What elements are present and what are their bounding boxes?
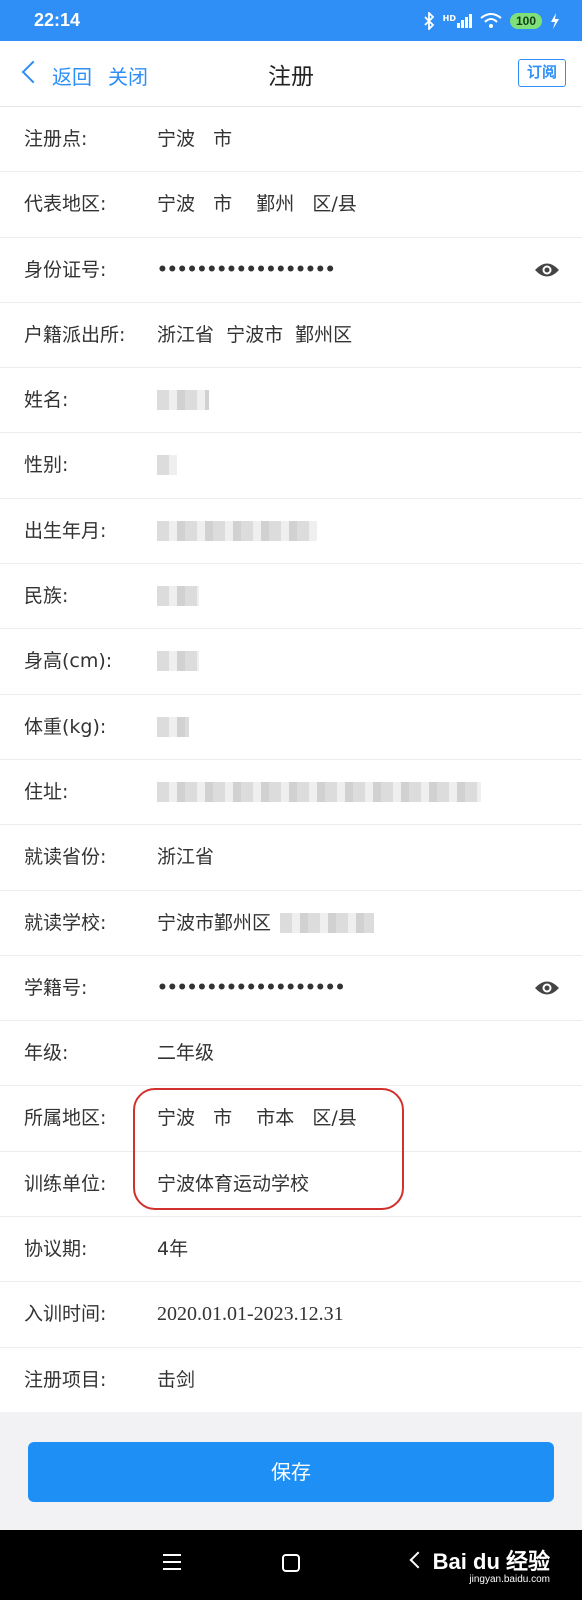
blurred-value xyxy=(280,912,374,933)
field-label: 户籍派出所: xyxy=(24,323,126,346)
page-title: 注册 xyxy=(268,64,314,90)
field-label: 年级: xyxy=(24,1042,69,1065)
field-value[interactable]: 击剑 xyxy=(157,1348,195,1412)
form-row-grade[interactable]: 年级: 二年级 xyxy=(0,1021,582,1087)
form-row-affiliated-region[interactable]: 所属地区: 宁波 市 市本 区/县 xyxy=(0,1086,582,1152)
charging-icon xyxy=(551,12,559,29)
field-value[interactable]: 浙江省 xyxy=(157,825,214,889)
status-time: 22:14 xyxy=(34,10,81,30)
field-value[interactable]: 宁波市鄞州区 xyxy=(157,891,271,955)
field-value[interactable]: 宁波 市 市本 区/县 xyxy=(157,1086,357,1150)
field-value[interactable]: 二年级 xyxy=(157,1021,214,1085)
form-row-represent-region[interactable]: 代表地区: 宁波 市 鄞州 区/县 xyxy=(0,172,582,238)
field-label: 注册点: xyxy=(24,128,88,150)
field-label: 性别: xyxy=(24,454,69,477)
field-value[interactable]: 浙江省 宁波市 鄞州区 xyxy=(157,303,352,367)
id-number-masked: •••••••••••••••••• xyxy=(157,259,336,280)
watermark-brand: Bai du 经验 xyxy=(432,1549,550,1574)
blurred-value xyxy=(157,390,209,411)
field-value[interactable]: 宁波体育运动学校 xyxy=(157,1152,309,1216)
blurred-value xyxy=(157,651,199,672)
field-label: 就读学校: xyxy=(24,911,107,934)
field-label: 就读省份: xyxy=(24,846,107,869)
eye-icon[interactable] xyxy=(534,978,560,998)
field-value[interactable]: 2020.01.01-2023.12.31 xyxy=(157,1282,344,1346)
field-label: 协议期: xyxy=(24,1238,88,1261)
form-row-name[interactable]: 姓名: xyxy=(0,368,582,434)
form-row-gender[interactable]: 性别: xyxy=(0,433,582,499)
blurred-value xyxy=(157,520,317,541)
form-row-school[interactable]: 就读学校: 宁波市鄞州区 xyxy=(0,891,582,956)
nav-bar: 返回 关闭 注册 订阅 xyxy=(0,41,582,107)
form-row-agreement-period[interactable]: 协议期: 4年 xyxy=(0,1217,582,1283)
form-row-training-unit[interactable]: 训练单位: 宁波体育运动学校 xyxy=(0,1152,582,1218)
form-row-registered-sport[interactable]: 注册项目: 击剑 xyxy=(0,1348,582,1413)
blurred-value xyxy=(157,586,199,607)
battery-indicator: 100 xyxy=(509,12,542,29)
field-label: 姓名: xyxy=(24,389,69,412)
field-label: 注册项目: xyxy=(24,1368,107,1391)
field-label: 体重(kg): xyxy=(24,715,107,738)
field-value[interactable]: 宁波 市 鄞州 区/县 xyxy=(157,172,357,236)
wifi-icon xyxy=(480,12,502,28)
blurred-value xyxy=(157,716,189,737)
field-label: 身份证号: xyxy=(24,258,107,281)
back-icon[interactable] xyxy=(409,1551,427,1569)
field-label: 出生年月: xyxy=(24,519,107,542)
form-row-ethnicity[interactable]: 民族: xyxy=(0,564,582,630)
system-nav-bar: Bai du 经验 jingyan.baidu.com xyxy=(0,1530,582,1600)
eye-icon[interactable] xyxy=(534,260,560,280)
field-label: 民族: xyxy=(24,585,69,608)
field-label: 入训时间: xyxy=(24,1303,107,1326)
bluetooth-icon xyxy=(423,11,434,30)
registration-form: 注册点: 宁波 市 代表地区: 宁波 市 鄞州 区/县 身份证号: ••••••… xyxy=(0,107,582,1413)
form-row-household-police[interactable]: 户籍派出所: 浙江省 宁波市 鄞州区 xyxy=(0,303,582,369)
form-row-height[interactable]: 身高(cm): xyxy=(0,629,582,695)
save-button[interactable]: 保存 xyxy=(28,1442,554,1502)
status-icons: HD 100 xyxy=(423,11,560,30)
footer: 保存 xyxy=(0,1412,582,1530)
baidu-jingyan-watermark: Bai du 经验 jingyan.baidu.com xyxy=(433,1544,550,1585)
form-row-training-time[interactable]: 入训时间: 2020.01.01-2023.12.31 xyxy=(0,1282,582,1348)
field-label: 所属地区: xyxy=(24,1107,107,1130)
blurred-value xyxy=(157,455,177,476)
form-row-student-id[interactable]: 学籍号: ••••••••••••••••••• xyxy=(0,956,582,1022)
student-id-masked: ••••••••••••••••••• xyxy=(157,977,345,998)
hd-signal-icon: HD xyxy=(443,13,472,28)
field-label: 训练单位: xyxy=(24,1172,107,1195)
form-row-registration-point[interactable]: 注册点: 宁波 市 xyxy=(0,107,582,173)
field-value[interactable]: 宁波 市 xyxy=(157,107,232,171)
field-label: 代表地区: xyxy=(24,193,107,216)
form-row-birth-date[interactable]: 出生年月: xyxy=(0,499,582,565)
field-value[interactable]: 4年 xyxy=(157,1217,188,1281)
home-icon[interactable] xyxy=(282,1554,300,1572)
watermark-site: jingyan.baidu.com xyxy=(469,1574,550,1585)
field-label: 学籍号: xyxy=(24,976,88,999)
status-bar: 22:14 HD 100 xyxy=(0,0,582,41)
form-row-school-province[interactable]: 就读省份: 浙江省 xyxy=(0,825,582,891)
field-label: 住址: xyxy=(24,780,69,803)
form-row-address[interactable]: 住址: xyxy=(0,760,582,826)
subscribe-button[interactable]: 订阅 xyxy=(517,59,566,87)
form-row-weight[interactable]: 体重(kg): xyxy=(0,695,582,760)
menu-icon[interactable] xyxy=(163,1554,181,1570)
field-label: 身高(cm): xyxy=(24,650,113,673)
form-row-id-number[interactable]: 身份证号: •••••••••••••••••• xyxy=(0,238,582,303)
blurred-value xyxy=(157,781,481,802)
